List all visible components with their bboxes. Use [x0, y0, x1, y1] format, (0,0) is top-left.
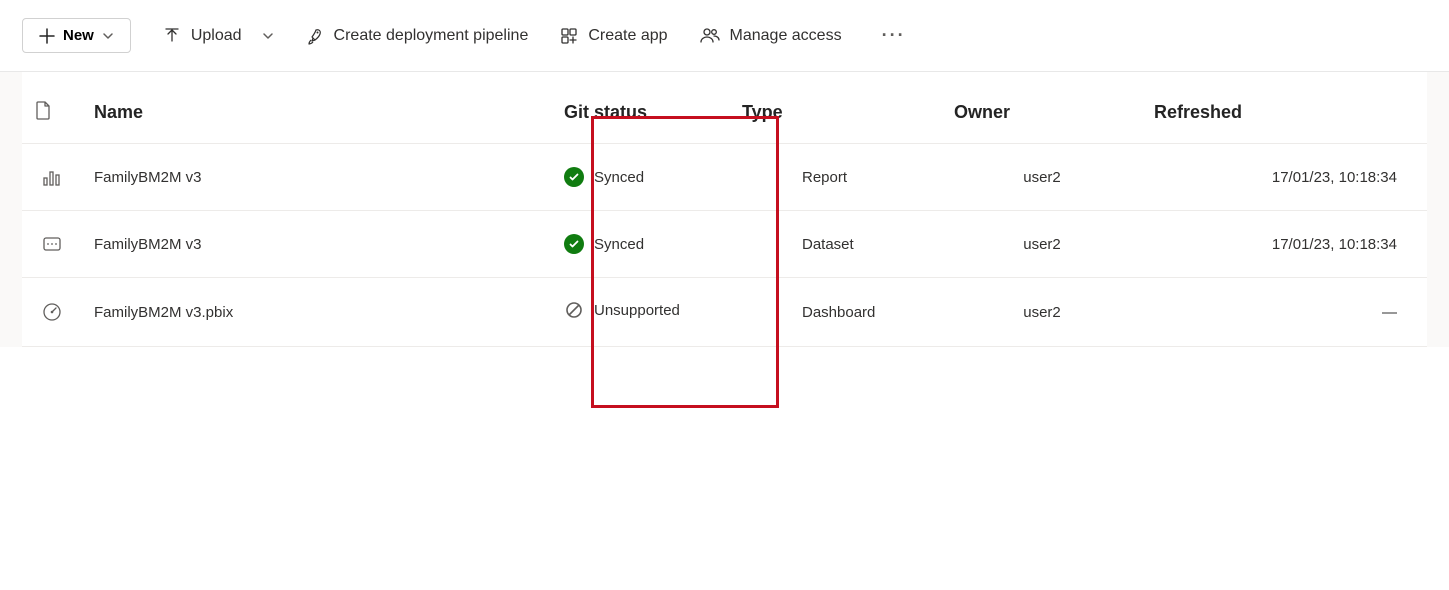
item-refreshed: —	[1142, 278, 1427, 347]
table-row[interactable]: FamilyBM2M v3 Synced Report user2 17/01/…	[22, 144, 1427, 211]
header-refreshed[interactable]: Refreshed	[1142, 72, 1427, 144]
git-status-cell: Synced	[552, 211, 742, 278]
header-file-icon	[22, 72, 82, 144]
toolbar: New Upload Create deployment pipeline Cr…	[0, 0, 1449, 72]
items-table: Name Git status Type Owner Refreshed Fam…	[22, 72, 1427, 347]
plus-icon	[39, 28, 55, 44]
new-button-label: New	[63, 27, 94, 44]
table-header-row: Name Git status Type Owner Refreshed	[22, 72, 1427, 144]
create-app-label: Create app	[588, 27, 667, 45]
item-owner: user2	[942, 211, 1142, 278]
upload-button[interactable]: Upload	[163, 27, 274, 45]
dashboard-icon	[22, 278, 82, 347]
create-app-button[interactable]: Create app	[560, 27, 667, 45]
prohibited-icon	[564, 300, 584, 320]
content-area: Name Git status Type Owner Refreshed Fam…	[0, 72, 1449, 347]
chevron-down-icon	[102, 30, 114, 42]
header-owner[interactable]: Owner	[942, 72, 1142, 144]
item-type: Dashboard	[742, 278, 942, 347]
item-type: Report	[742, 144, 942, 211]
chevron-down-icon	[262, 30, 274, 42]
git-status-cell: Unsupported	[552, 278, 742, 347]
header-type[interactable]: Type	[742, 72, 942, 144]
new-button[interactable]: New	[22, 18, 131, 53]
item-name[interactable]: FamilyBM2M v3	[82, 211, 552, 278]
upload-icon	[163, 27, 181, 45]
manage-access-label: Manage access	[730, 27, 842, 45]
git-status-label: Synced	[594, 236, 644, 253]
table-row[interactable]: FamilyBM2M v3 Synced Dataset user2 17/01…	[22, 211, 1427, 278]
check-circle-icon	[564, 167, 584, 187]
item-name[interactable]: FamilyBM2M v3.pbix	[82, 278, 552, 347]
item-type: Dataset	[742, 211, 942, 278]
people-icon	[700, 27, 720, 45]
check-circle-icon	[564, 234, 584, 254]
item-owner: user2	[942, 144, 1142, 211]
create-pipeline-button[interactable]: Create deployment pipeline	[306, 27, 529, 45]
git-status-label: Synced	[594, 169, 644, 186]
git-status-label: Unsupported	[594, 302, 680, 319]
dataset-icon	[22, 211, 82, 278]
app-icon	[560, 27, 578, 45]
create-pipeline-label: Create deployment pipeline	[334, 27, 529, 45]
item-refreshed: 17/01/23, 10:18:34	[1142, 211, 1427, 278]
header-name[interactable]: Name	[82, 72, 552, 144]
manage-access-button[interactable]: Manage access	[700, 27, 842, 45]
report-icon	[22, 144, 82, 211]
item-owner: user2	[942, 278, 1142, 347]
header-git-status[interactable]: Git status	[552, 72, 742, 144]
table-row[interactable]: FamilyBM2M v3.pbix Unsupported Dashboard…	[22, 278, 1427, 347]
rocket-icon	[306, 27, 324, 45]
upload-label: Upload	[191, 27, 242, 45]
item-name[interactable]: FamilyBM2M v3	[82, 144, 552, 211]
item-refreshed: 17/01/23, 10:18:34	[1142, 144, 1427, 211]
more-options-button[interactable]: ···	[874, 21, 914, 50]
git-status-cell: Synced	[552, 144, 742, 211]
